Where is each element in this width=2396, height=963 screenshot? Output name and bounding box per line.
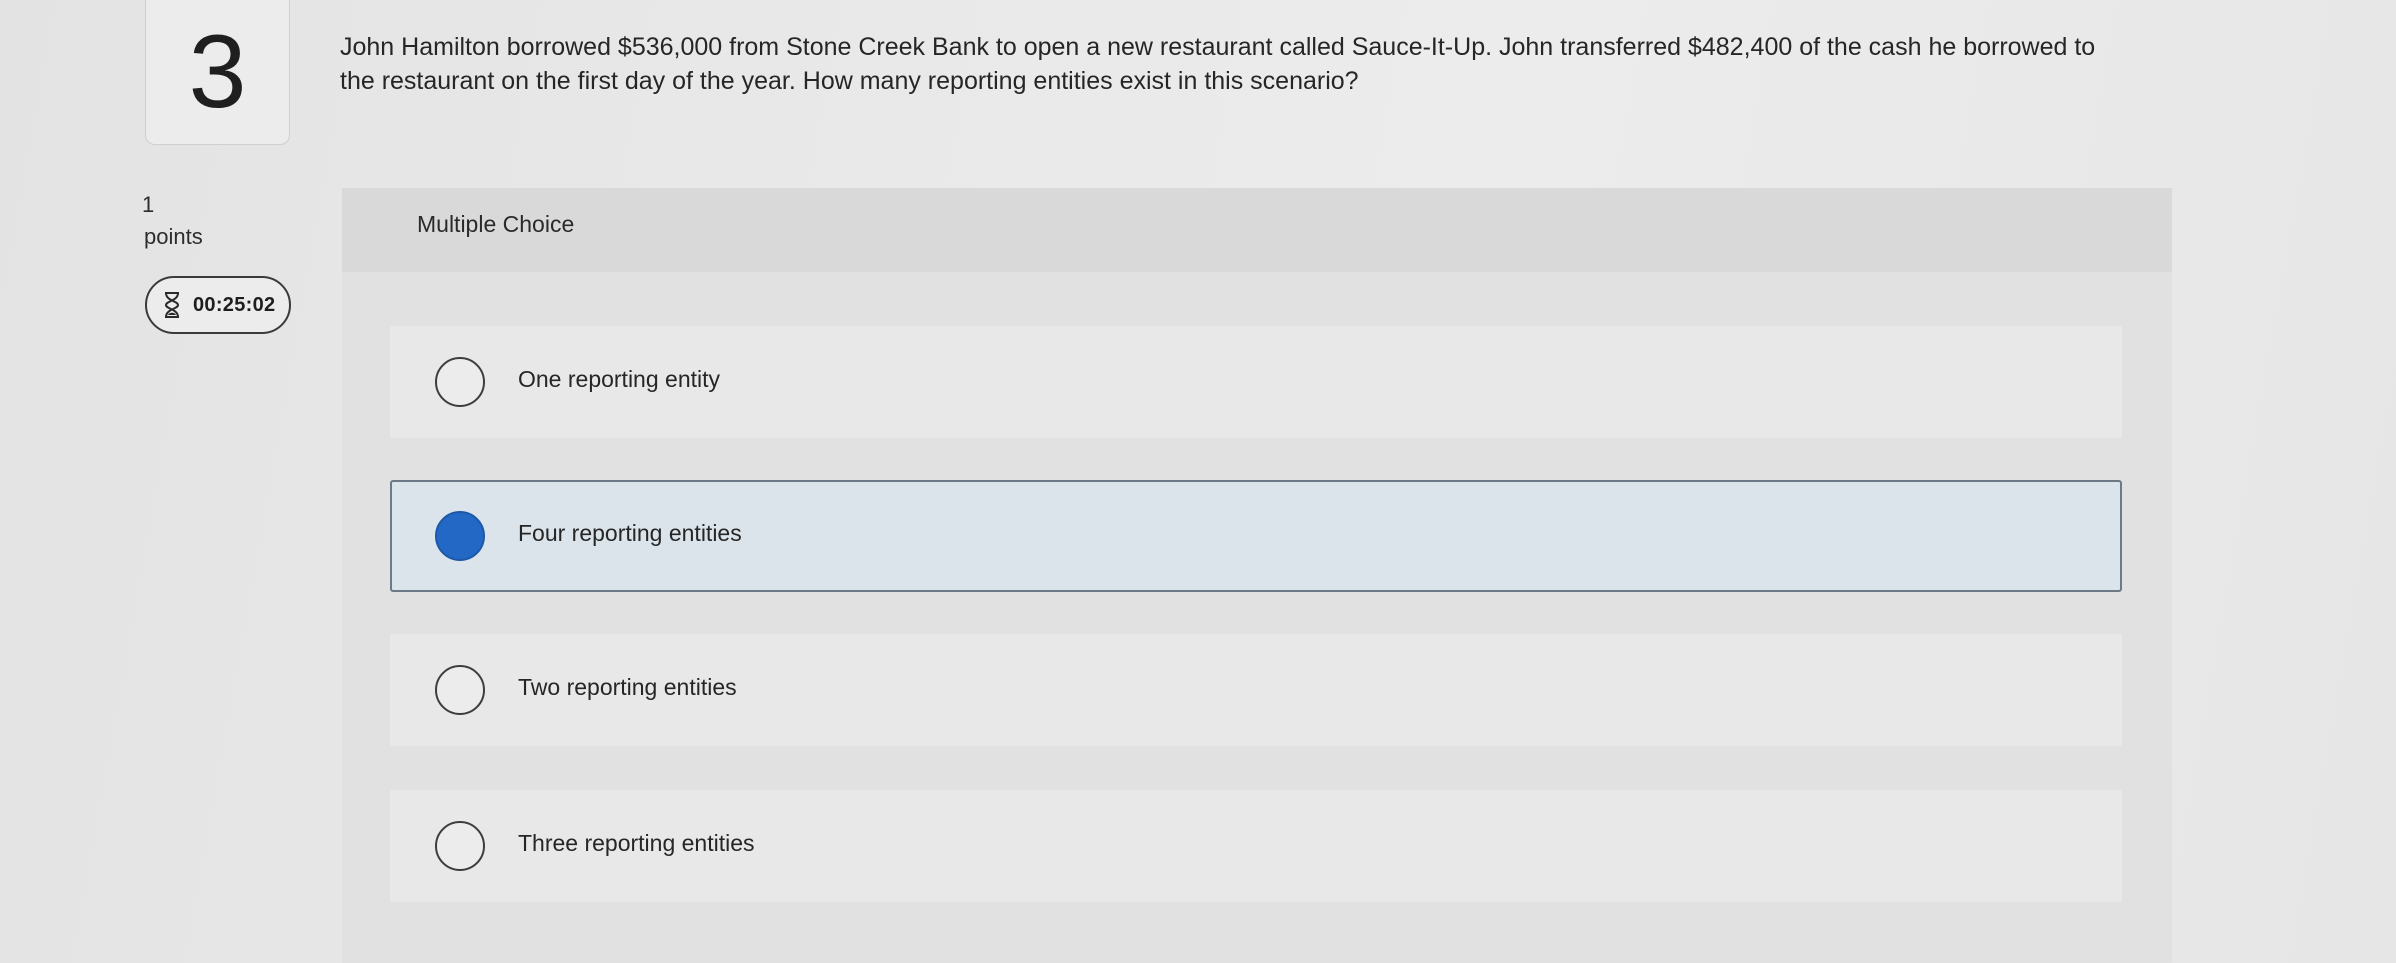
question-number-box: 3 <box>145 0 290 145</box>
answer-option-label: Four reporting entities <box>518 520 742 546</box>
answer-option[interactable]: One reporting entity <box>390 326 2122 438</box>
answer-option-label: Three reporting entities <box>518 830 755 856</box>
hourglass-icon <box>163 292 181 318</box>
question-type-label: Multiple Choice <box>417 211 575 237</box>
answer-option[interactable]: Two reporting entities <box>390 634 2122 746</box>
timer-badge: 00:25:02 <box>145 276 291 334</box>
points-label: points <box>144 224 203 249</box>
answer-option-selected[interactable]: Four reporting entities <box>390 480 2122 592</box>
question-text: John Hamilton borrowed $536,000 from Sto… <box>340 33 2096 95</box>
answer-panel-header: Multiple Choice <box>342 188 2172 272</box>
answer-option[interactable]: Three reporting entities <box>390 790 2122 902</box>
answer-panel: Multiple Choice One reporting entity Fou… <box>342 188 2172 963</box>
radio-button[interactable] <box>435 821 485 871</box>
radio-button-selected[interactable] <box>435 511 485 561</box>
question-number: 3 <box>188 14 247 130</box>
timer-text: 00:25:02 <box>193 293 276 316</box>
radio-button[interactable] <box>435 665 485 715</box>
answer-option-label: Two reporting entities <box>518 674 737 700</box>
answer-option-label: One reporting entity <box>518 366 721 392</box>
points-value: 1 <box>142 192 155 217</box>
radio-button[interactable] <box>435 357 485 407</box>
